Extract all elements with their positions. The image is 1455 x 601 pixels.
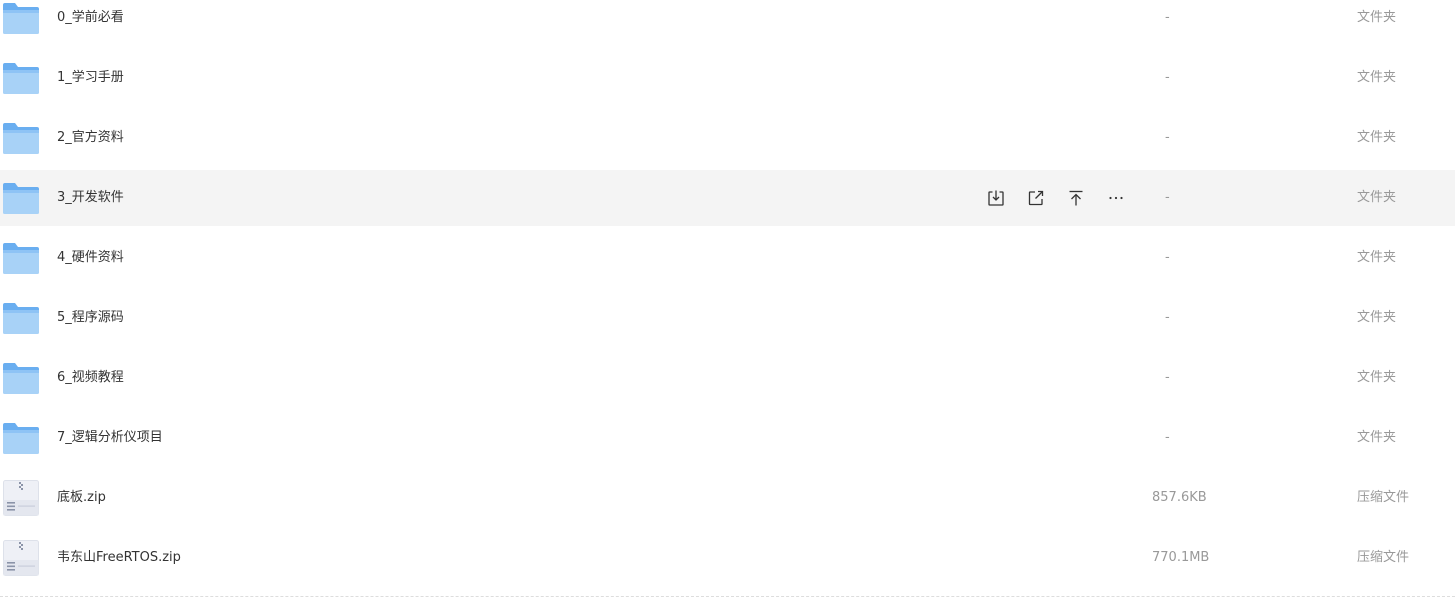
file-name[interactable]: 2_官方资料 [57, 108, 124, 168]
file-size: - [1165, 310, 1170, 325]
file-row[interactable]: 4_硬件资料 - 文件夹 [0, 228, 1455, 288]
file-type: 文件夹 [1357, 70, 1397, 85]
download-icon [988, 190, 1004, 206]
share-button[interactable] [1026, 188, 1046, 208]
file-type: 文件夹 [1357, 370, 1397, 385]
folder-icon [3, 60, 39, 96]
file-name[interactable]: 底板.zip [57, 468, 106, 528]
file-name[interactable]: 韦东山FreeRTOS.zip [57, 528, 181, 588]
file-size: - [1165, 130, 1170, 145]
file-type: 文件夹 [1357, 10, 1397, 25]
folder-icon [3, 300, 39, 336]
file-type: 文件夹 [1357, 130, 1397, 145]
zip-file-icon [3, 540, 39, 576]
file-name[interactable]: 5_程序源码 [57, 288, 124, 348]
pin-top-button[interactable] [1066, 188, 1086, 208]
file-row-hovered[interactable]: 3_开发软件 - 文件夹 [0, 170, 1455, 226]
folder-icon [3, 120, 39, 156]
more-button[interactable] [1106, 188, 1126, 208]
file-size: - [1165, 370, 1170, 385]
file-row[interactable]: 0_学前必看 - 文件夹 [0, 0, 1455, 48]
file-list: 0_学前必看 - 文件夹 1_学习手册 - 文件夹 2_官方资料 - 文件夹 3… [0, 0, 1455, 588]
file-type: 文件夹 [1357, 310, 1397, 325]
file-name[interactable]: 1_学习手册 [57, 48, 124, 108]
file-name[interactable]: 7_逻辑分析仪项目 [57, 408, 163, 468]
file-row[interactable]: 韦东山FreeRTOS.zip 770.1MB 压缩文件 [0, 528, 1455, 588]
file-size: - [1165, 70, 1170, 85]
file-type: 压缩文件 [1357, 490, 1410, 505]
file-size: - [1165, 430, 1170, 445]
folder-icon [3, 420, 39, 456]
download-button[interactable] [986, 188, 1006, 208]
zip-file-icon [3, 480, 39, 516]
file-size: 857.6KB [1152, 490, 1207, 505]
folder-icon [3, 180, 39, 216]
file-row[interactable]: 5_程序源码 - 文件夹 [0, 288, 1455, 348]
file-size: - [1165, 250, 1170, 265]
file-name[interactable]: 6_视频教程 [57, 348, 124, 408]
list-bottom-divider [0, 596, 1455, 597]
file-type: 文件夹 [1357, 250, 1397, 265]
file-name[interactable]: 3_开发软件 [57, 170, 124, 226]
folder-icon [3, 360, 39, 396]
share-icon [1028, 190, 1044, 206]
folder-icon [3, 240, 39, 276]
file-name[interactable]: 0_学前必看 [57, 0, 124, 48]
more-icon [1109, 196, 1123, 200]
file-row[interactable]: 2_官方资料 - 文件夹 [0, 108, 1455, 168]
file-type: 压缩文件 [1357, 550, 1410, 565]
file-name[interactable]: 4_硬件资料 [57, 228, 124, 288]
file-row[interactable]: 6_视频教程 - 文件夹 [0, 348, 1455, 408]
folder-icon [3, 0, 39, 36]
file-type: 文件夹 [1357, 190, 1397, 205]
pin-top-icon [1069, 190, 1083, 206]
file-size: - [1165, 10, 1170, 25]
file-size: - [1165, 190, 1170, 205]
file-type: 文件夹 [1357, 430, 1397, 445]
file-row[interactable]: 1_学习手册 - 文件夹 [0, 48, 1455, 108]
file-size: 770.1MB [1152, 550, 1210, 565]
row-actions [986, 188, 1126, 208]
file-row[interactable]: 底板.zip 857.6KB 压缩文件 [0, 468, 1455, 528]
file-row[interactable]: 7_逻辑分析仪项目 - 文件夹 [0, 408, 1455, 468]
